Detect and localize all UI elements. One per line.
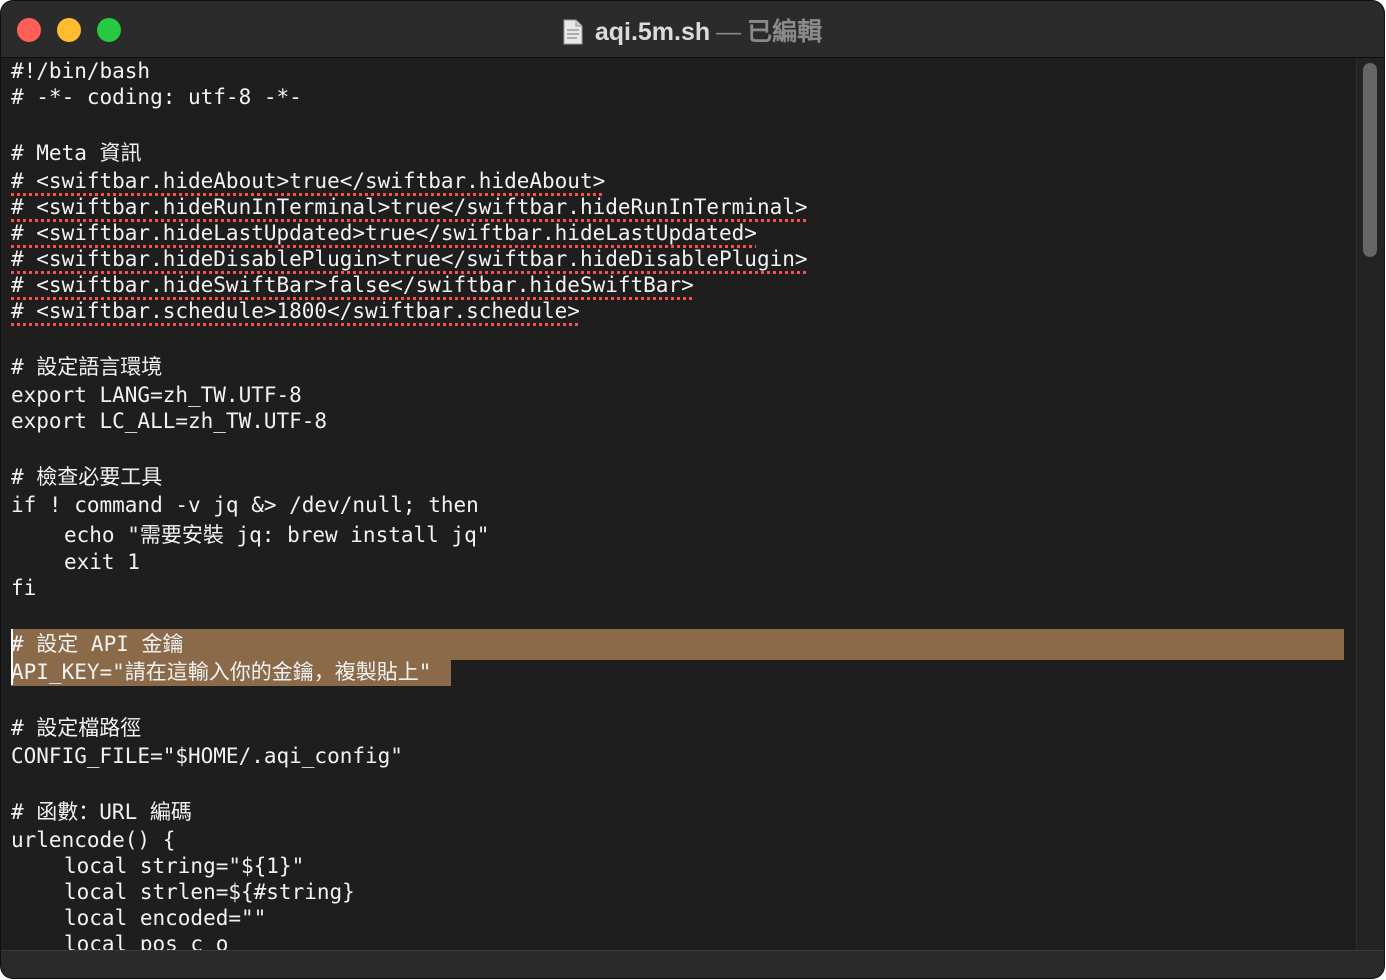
code-line: # -*- coding: utf-8 -*- [11,85,302,109]
text-editor-window: aqi.5m.sh — 已編輯 #!/bin/bash # -*- coding: … [1,1,1384,978]
selection-highlight [11,629,1344,660]
code-line: # 設定檔路徑 [11,716,142,740]
code-line: if ! command -v jq &> /dev/null; then [11,493,479,517]
scrollbar-thumb[interactable] [1363,63,1377,257]
code-line-selected: API_KEY="請在這輸入你的金鑰，複製貼上" [11,660,432,684]
edited-status: 已編輯 [747,18,823,46]
title-separator: — [716,18,742,46]
title-bar: aqi.5m.sh — 已編輯 [1,1,1384,58]
code-line: # <swiftbar.schedule>1800</swiftbar.sche… [11,299,580,323]
code-line: # <swiftbar.hideAbout>true</swiftbar.hid… [11,169,606,193]
code-line: # <swiftbar.hideLastUpdated>true</swiftb… [11,221,757,245]
window-bottom-bar [1,950,1384,978]
code-editor[interactable]: #!/bin/bash # -*- coding: utf-8 -*- # Me… [1,58,1356,950]
code-line: exit 1 [64,550,140,574]
code-line: export LANG=zh_TW.UTF-8 [11,383,302,407]
code-line: # 設定語言環境 [11,355,163,379]
code-line: # <swiftbar.hideSwiftBar>false</swiftbar… [11,273,694,297]
window-title: aqi.5m.sh — 已編輯 [1,12,1384,48]
code-line: export LC_ALL=zh_TW.UTF-8 [11,409,328,433]
code-line: local encoded="" [64,906,267,930]
code-line: # <swiftbar.hideDisablePlugin>true</swif… [11,247,808,271]
filename: aqi.5m.sh [594,18,711,46]
code-line: # 函數：URL 編碼 [11,800,192,824]
code-line: local strlen=${#string} [64,880,355,904]
code-line: local string="${1}" [64,854,305,878]
code-line: # Meta 資訊 [11,141,142,165]
code-line: fi [11,576,37,600]
document-icon[interactable] [563,19,583,45]
code-line: echo "需要安裝 jq: brew install jq" [64,523,490,547]
code-line: urlencode() { [11,828,176,852]
code-line: local pos c o [64,932,229,950]
code-line: # <swiftbar.hideRunInTerminal>true</swif… [11,195,808,219]
code-line-selected: # 設定 API 金鑰 [11,632,184,656]
code-line: # 檢查必要工具 [11,465,163,489]
code-line: CONFIG_FILE="$HOME/.aqi_config" [11,744,403,768]
code-line: #!/bin/bash [11,59,151,83]
